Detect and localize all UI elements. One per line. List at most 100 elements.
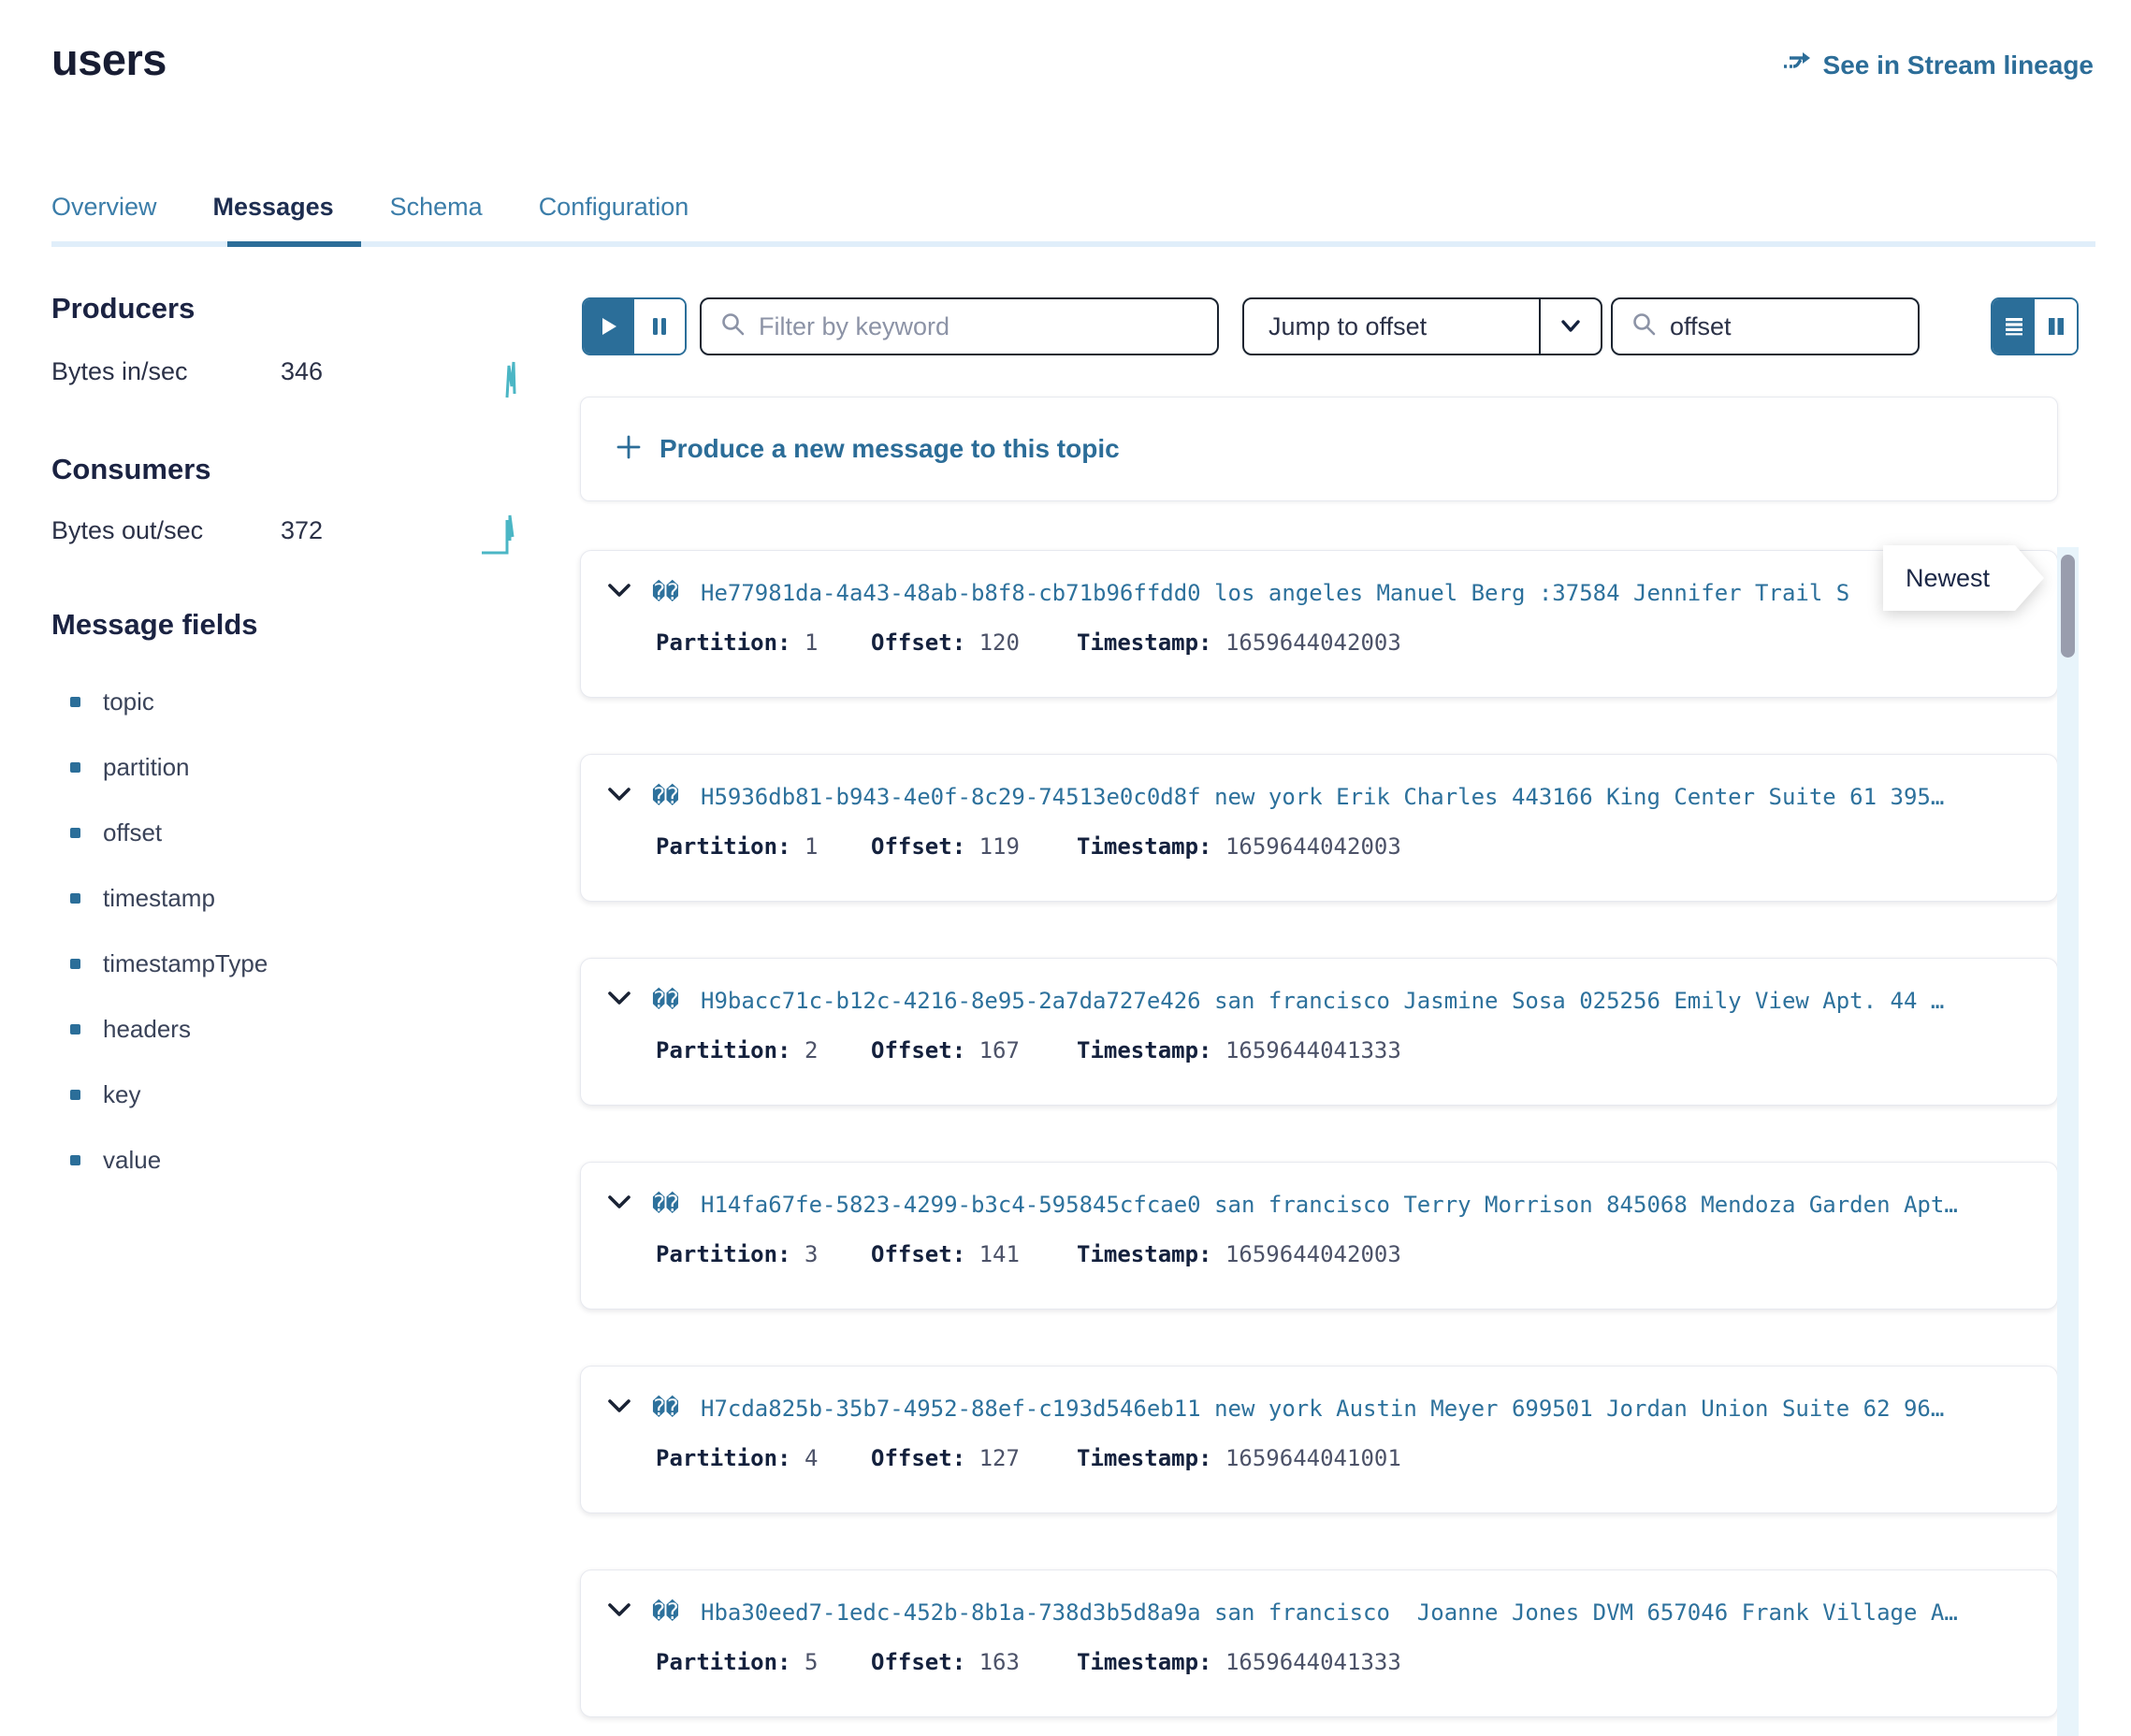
message-meta: Partition: 1 Offset: 119 Timestamp: 1659… (581, 833, 2057, 867)
message-key-icon: �� (652, 1599, 679, 1625)
field-item-partition[interactable]: partition (70, 753, 190, 782)
produce-message-button[interactable]: Produce a new message to this topic (580, 397, 2058, 501)
chevron-down-icon[interactable] (607, 991, 631, 1012)
chevron-down-icon[interactable] (607, 787, 631, 808)
tab-configuration[interactable]: Configuration (539, 193, 689, 246)
play-button[interactable] (584, 299, 634, 354)
field-item-value[interactable]: value (70, 1146, 161, 1175)
message-row[interactable]: �� H5936db81-b943-4e0f-8c29-74513e0c0d8f… (580, 754, 2058, 902)
field-label: value (103, 1146, 161, 1175)
chevron-down-icon (1539, 299, 1601, 354)
page-title: users (51, 34, 167, 85)
message-preview[interactable]: H14fa67fe-5823-4299-b3c4-595845cfcae0 sa… (701, 1192, 2031, 1223)
tabs-bar: Overview Messages Schema Configuration (51, 193, 689, 246)
list-view-button[interactable] (1993, 299, 2035, 354)
message-meta: Partition: 2 Offset: 167 Timestamp: 1659… (581, 1037, 2057, 1071)
message-preview[interactable]: H9bacc71c-b12c-4216-8e95-2a7da727e426 sa… (701, 988, 2031, 1020)
scrollbar-thumb[interactable] (2061, 555, 2075, 658)
message-key-icon: �� (652, 783, 679, 809)
field-item-topic[interactable]: topic (70, 687, 154, 716)
filter-input[interactable] (759, 312, 1198, 341)
message-meta: Partition: 5 Offset: 163 Timestamp: 1659… (581, 1649, 2057, 1683)
message-preview[interactable]: H5936db81-b943-4e0f-8c29-74513e0c0d8f ne… (701, 784, 2031, 816)
timestamp-field: Timestamp: 1659644041333 (1077, 1037, 1401, 1063)
message-preview[interactable]: He77981da-4a43-48ab-b8f8-cb71b96ffdd0 lo… (701, 580, 2031, 612)
field-bullet-icon (70, 959, 80, 969)
timestamp-field: Timestamp: 1659644042003 (1077, 629, 1401, 656)
field-label: key (103, 1080, 140, 1109)
search-icon (720, 311, 746, 341)
active-tab-underline (227, 241, 361, 247)
message-preview[interactable]: Hba30eed7-1edc-452b-8b1a-738d3b5d8a9a sa… (701, 1599, 2031, 1631)
field-label: offset (103, 818, 162, 847)
field-bullet-icon (70, 762, 80, 773)
producers-heading: Producers (51, 292, 195, 326)
bytes-in-value: 346 (281, 357, 323, 386)
message-key-icon: �� (652, 1395, 679, 1421)
chevron-down-icon[interactable] (607, 1602, 631, 1624)
field-label: topic (103, 687, 154, 716)
tab-overview[interactable]: Overview (51, 193, 157, 246)
timestamp-field: Timestamp: 1659644041333 (1077, 1649, 1401, 1675)
tab-messages[interactable]: Messages (213, 193, 334, 246)
offset-field: Offset: 163 (871, 1649, 1020, 1675)
pause-button[interactable] (634, 299, 685, 354)
filter-box (700, 297, 1219, 355)
field-bullet-icon (70, 697, 80, 707)
timestamp-field: Timestamp: 1659644041001 (1077, 1445, 1401, 1471)
field-item-timestampType[interactable]: timestampType (70, 949, 268, 978)
offset-input[interactable] (1670, 312, 2001, 341)
field-label: timestampType (103, 949, 268, 978)
message-meta: Partition: 3 Offset: 141 Timestamp: 1659… (581, 1241, 2057, 1275)
field-item-offset[interactable]: offset (70, 818, 162, 847)
lineage-label: See in Stream lineage (1823, 51, 2094, 80)
message-row[interactable]: �� H14fa67fe-5823-4299-b3c4-595845cfcae0… (580, 1162, 2058, 1309)
message-row[interactable]: �� Hba30eed7-1edc-452b-8b1a-738d3b5d8a9a… (580, 1570, 2058, 1717)
message-fields-heading: Message fields (51, 608, 258, 642)
field-bullet-icon (70, 893, 80, 904)
field-label: timestamp (103, 884, 215, 913)
message-row[interactable]: �� He77981da-4a43-48ab-b8f8-cb71b96ffdd0… (580, 550, 2058, 698)
field-bullet-icon (70, 1024, 80, 1034)
scrollbar-track[interactable] (2057, 547, 2079, 1736)
consumers-heading: Consumers (51, 453, 211, 486)
message-meta: Partition: 4 Offset: 127 Timestamp: 1659… (581, 1445, 2057, 1479)
column-view-button[interactable] (2035, 299, 2077, 354)
field-bullet-icon (70, 828, 80, 838)
message-row[interactable]: �� H9bacc71c-b12c-4216-8e95-2a7da727e426… (580, 958, 2058, 1106)
newest-tooltip: Newest (1883, 545, 2044, 611)
bytes-in-label: Bytes in/sec (51, 357, 188, 386)
stream-lineage-link[interactable]: See in Stream lineage (1782, 49, 2094, 81)
plus-icon (616, 435, 641, 464)
field-item-key[interactable]: key (70, 1080, 140, 1109)
offset-field: Offset: 167 (871, 1037, 1020, 1063)
message-key-icon: �� (652, 987, 679, 1013)
topic-messages-page: users See in Stream lineage Overview Mess… (0, 0, 2131, 1736)
tab-schema[interactable]: Schema (390, 193, 483, 246)
bytes-in-sparkline (503, 360, 522, 406)
offset-field: Offset: 141 (871, 1241, 1020, 1267)
chevron-down-icon[interactable] (607, 583, 631, 604)
jump-to-offset-select[interactable]: Jump to offset (1242, 297, 1602, 355)
field-item-headers[interactable]: headers (70, 1015, 191, 1044)
partition-field: Partition: 5 (656, 1649, 818, 1675)
play-pause-toggle (582, 297, 687, 355)
timestamp-field: Timestamp: 1659644042003 (1077, 1241, 1401, 1267)
field-bullet-icon (70, 1155, 80, 1165)
field-item-timestamp[interactable]: timestamp (70, 884, 215, 913)
partition-field: Partition: 3 (656, 1241, 818, 1267)
chevron-down-icon[interactable] (607, 1194, 631, 1216)
partition-field: Partition: 2 (656, 1037, 818, 1063)
message-key-icon: �� (652, 1191, 679, 1217)
field-label: partition (103, 753, 190, 782)
partition-field: Partition: 1 (656, 833, 818, 860)
offset-field: Offset: 119 (871, 833, 1020, 860)
message-row[interactable]: �� H7cda825b-35b7-4952-88ef-c193d546eb11… (580, 1366, 2058, 1513)
chevron-down-icon[interactable] (607, 1398, 631, 1420)
produce-message-label: Produce a new message to this topic (660, 434, 1120, 464)
bytes-out-value: 372 (281, 516, 323, 545)
newest-label: Newest (1883, 545, 2044, 611)
message-preview[interactable]: H7cda825b-35b7-4952-88ef-c193d546eb11 ne… (701, 1396, 2031, 1427)
offset-field: Offset: 120 (871, 629, 1020, 656)
view-mode-toggle (1991, 297, 2079, 355)
